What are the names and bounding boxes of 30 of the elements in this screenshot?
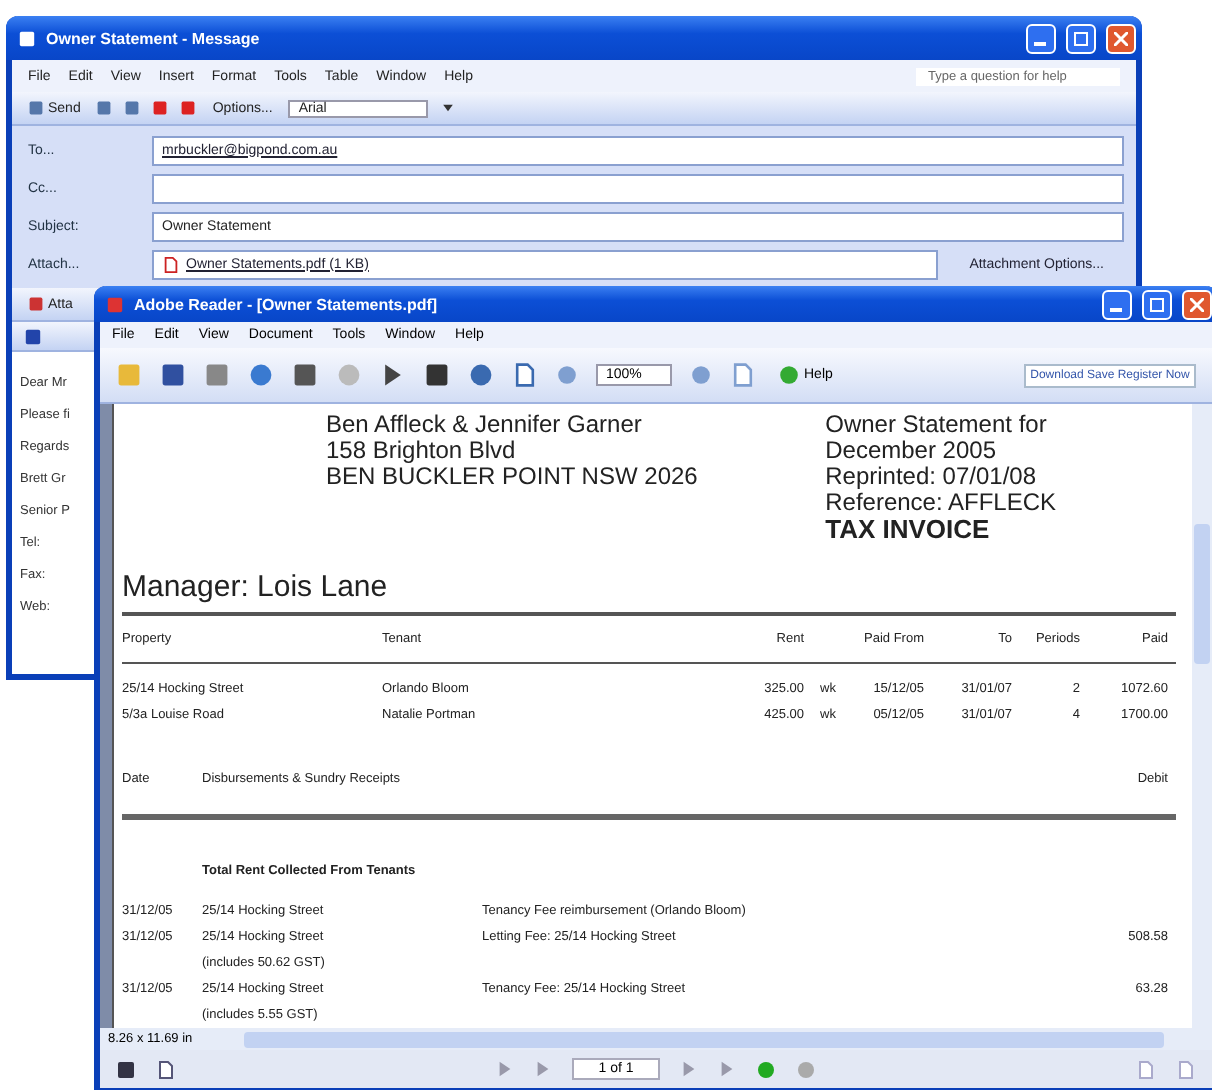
- input-field[interactable]: [152, 173, 1124, 203]
- close-button[interactable]: [1106, 23, 1136, 53]
- horizontal-scrollbar[interactable]: [244, 1031, 1164, 1047]
- maximize-button[interactable]: [1142, 289, 1172, 319]
- manager-heading: Manager: Lois Lane: [122, 570, 390, 604]
- single-page-icon[interactable]: [1136, 1059, 1157, 1079]
- close-icon: [1114, 31, 1128, 45]
- pdf-file-icon[interactable]: [162, 255, 180, 273]
- close-icon: [1190, 297, 1204, 311]
- statement-line: Reprinted: 07/01/08: [825, 464, 1039, 490]
- page-icon[interactable]: [156, 1059, 176, 1079]
- maximize-icon: [1150, 297, 1164, 311]
- maximize-icon: [1074, 31, 1088, 45]
- caret-icon[interactable]: [440, 100, 457, 116]
- statement-line: Owner Statement for: [825, 412, 1049, 438]
- invoice-heading: TAX INVOICE: [825, 516, 992, 542]
- address-line: BEN BUCKLER POINT NSW 2026: [326, 464, 698, 490]
- close-button[interactable]: [1182, 289, 1212, 319]
- minimize-button[interactable]: [1102, 289, 1132, 319]
- minimize-button[interactable]: [1026, 23, 1056, 53]
- address-line: 158 Brighton Blvd: [326, 438, 518, 464]
- statement-line: Reference: AFFLECK: [825, 490, 1056, 516]
- continuous-icon[interactable]: [1176, 1059, 1197, 1079]
- address-line: Ben Affleck & Jennifer Garner: [326, 412, 644, 438]
- maximize-button[interactable]: [1066, 23, 1096, 53]
- page-icon[interactable]: [512, 362, 538, 388]
- window-title: Owner Statement - Message: [46, 29, 262, 47]
- vertical-scrollbar[interactable]: [1192, 404, 1212, 1028]
- window-title: Adobe Reader - [Owner Statements.pdf]: [134, 295, 440, 313]
- statement-line: December 2005: [825, 438, 998, 464]
